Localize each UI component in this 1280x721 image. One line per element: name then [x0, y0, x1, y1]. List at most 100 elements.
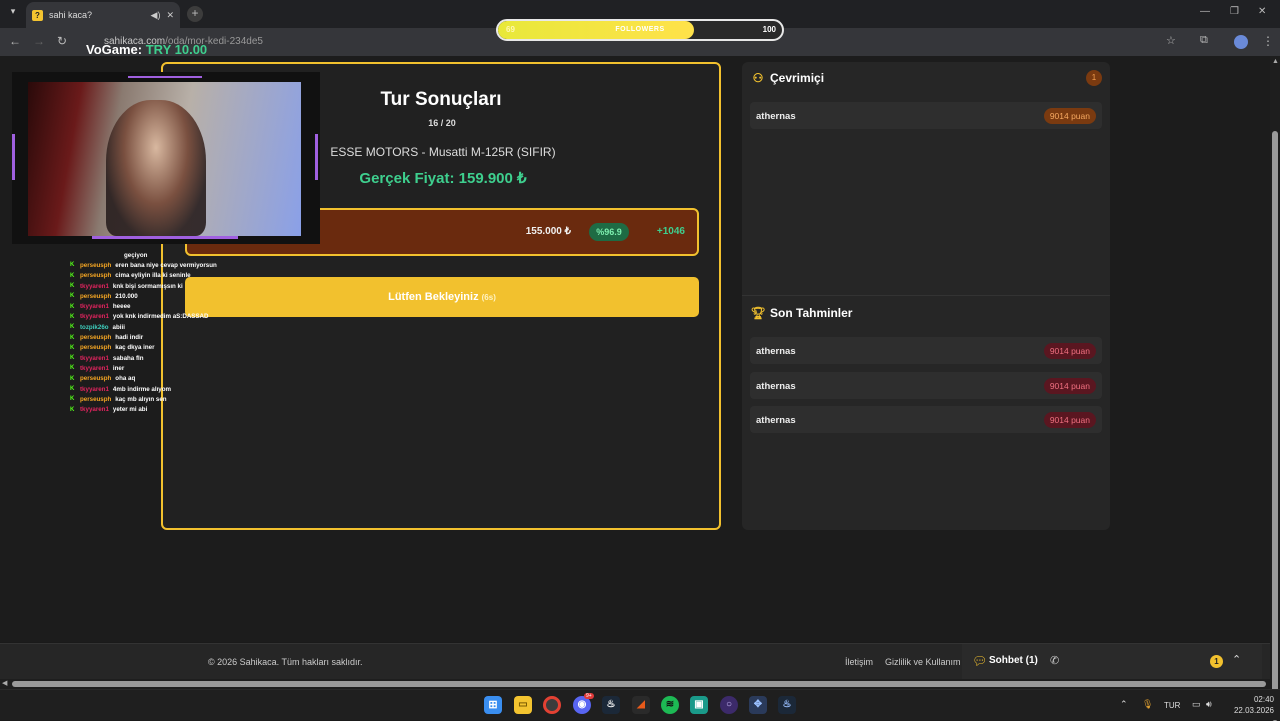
tab-search-icon[interactable]: ▾: [6, 6, 20, 20]
chat-username: tkyyaren1: [80, 364, 109, 372]
online-player-row: athernas 9014 puan: [750, 102, 1102, 129]
chat-text: knk bişi sormamışsın ki: [112, 282, 183, 290]
online-title: Çevrimiçi: [770, 71, 825, 85]
vogame-amount: TRY 10.00: [145, 42, 208, 57]
file-explorer-icon[interactable]: ▭: [514, 696, 532, 714]
back-icon[interactable]: ←: [9, 34, 21, 48]
kick-badge-icon: K: [70, 365, 75, 372]
steam-icon[interactable]: ♨: [602, 696, 620, 714]
chat-username: tkyyaren1: [80, 282, 109, 290]
chat-text: heeee: [112, 303, 131, 311]
browser-tab[interactable]: ? sahi kaca? ◀) ✕: [26, 2, 180, 28]
windows-start-icon[interactable]: ⊞: [484, 696, 502, 714]
scroll-up-icon[interactable]: ▲: [1272, 58, 1279, 65]
round-counter: 16 / 20: [428, 118, 456, 128]
privacy-link[interactable]: Gizlilik ve Kullanım: [885, 657, 961, 667]
steam-alt-icon[interactable]: ♨: [778, 696, 796, 714]
chat-text: yok knk indirmedim aS:DASSAD: [112, 313, 209, 321]
points-earned: +1046: [656, 226, 685, 237]
extensions-icon[interactable]: ⧉: [1200, 34, 1208, 47]
kick-badge-icon: K: [70, 406, 75, 413]
recent-guesses-title: Son Tahminler: [770, 306, 853, 320]
chat-text: oha aq: [115, 375, 136, 383]
scrollbar-thumb[interactable]: [1272, 131, 1278, 721]
chat-message: Ktkyyaren1 iner: [70, 363, 270, 373]
language-indicator[interactable]: TUR: [1164, 701, 1180, 710]
obs-icon[interactable]: ◢: [632, 696, 650, 714]
player-score: 9014 puan: [1043, 108, 1096, 124]
discord-badge: 9+: [584, 693, 594, 699]
chat-text: sabaha fln: [112, 354, 144, 362]
kick-badge-icon: K: [70, 375, 75, 382]
chat-username: perseusph: [80, 292, 112, 300]
online-header: ⚇ Çevrimiçi 1: [750, 63, 1102, 93]
star-icon[interactable]: ☆: [1166, 34, 1176, 47]
guess-player-name: athernas: [756, 346, 796, 357]
kick-badge-icon: K: [70, 344, 75, 351]
chat-message: Ktkyyaren1 yeter mi abi: [70, 404, 270, 414]
menu-icon[interactable]: ⋮: [1262, 34, 1274, 48]
chat-text: yeter mi abi: [112, 406, 148, 414]
guess-value: 155.000 ₺: [525, 226, 571, 237]
kick-badge-icon: K: [70, 324, 75, 331]
online-count-badge: 1: [1086, 70, 1102, 86]
volume-icon[interactable]: 🔊︎: [1206, 699, 1212, 710]
chat-message: Kperseusph cima eyliyin illa ki seninle: [70, 271, 270, 281]
round-results-title-text: Tur Sonuçları: [380, 89, 502, 110]
tray-chevron-icon[interactable]: ⌃: [1120, 699, 1128, 710]
reload-icon[interactable]: ↻: [57, 34, 67, 48]
scroll-left-icon[interactable]: ◀: [2, 679, 7, 687]
guess-player-name: athernas: [756, 381, 796, 392]
spotify-icon[interactable]: ≋: [661, 696, 679, 714]
chat-message: Ktkyyaren1 yok knk indirmedim aS:DASSAD: [70, 312, 270, 322]
player-name: athernas: [756, 111, 796, 122]
horizontal-scrollbar[interactable]: ◀ ▶: [0, 679, 1280, 689]
chevron-up-icon[interactable]: ⌃: [1232, 653, 1241, 666]
forward-icon[interactable]: →: [33, 34, 45, 48]
new-tab-button[interactable]: +: [187, 6, 203, 22]
cam-frame-right: [315, 134, 318, 180]
scrollbar-thumb[interactable]: [12, 681, 1266, 687]
kick-badge-icon: K: [70, 272, 75, 279]
chat-username: perseusph: [80, 334, 112, 342]
maximize-icon[interactable]: ❐: [1230, 6, 1239, 17]
kick-badge-icon: K: [70, 283, 75, 290]
wait-label: Lütfen Bekleyiniz: [388, 291, 479, 303]
chat-text: eren bana niye cevap vermiyorsun: [115, 261, 217, 269]
close-window-icon[interactable]: ✕: [1258, 6, 1266, 17]
chat-widget[interactable]: 💬︎ Sohbet (1) ✆ 1 ⌃: [962, 644, 1262, 680]
audio-icon[interactable]: ◀): [151, 10, 161, 21]
chrome-icon[interactable]: [543, 696, 561, 714]
cam-frame-left: [12, 134, 15, 180]
system-clock[interactable]: 02:40 22.03.2026: [1228, 694, 1274, 716]
vertical-scrollbar[interactable]: ▲: [1270, 56, 1280, 721]
kick-badge-icon: K: [70, 293, 75, 300]
right-panel: ⚇ Çevrimiçi 1 athernas 9014 puan 🏆︎ Son …: [742, 62, 1110, 530]
clock-date: 22.03.2026: [1233, 706, 1274, 715]
network-app-icon[interactable]: ✥: [749, 696, 767, 714]
kick-badge-icon: K: [70, 303, 75, 310]
browser-alt-icon[interactable]: ○: [720, 696, 738, 714]
chat-message: Kperseusph eren bana niye cevap vermiyors…: [70, 260, 270, 270]
contact-link[interactable]: İletişim: [845, 657, 873, 667]
chat-label: Sohbet (1): [989, 655, 1038, 666]
chat-username: perseusph: [80, 375, 112, 383]
app-icon[interactable]: ▣: [690, 696, 708, 714]
trophy-icon: 🏆︎: [750, 306, 766, 320]
kick-badge-icon: K: [70, 386, 75, 392]
kick-badge-icon: K: [70, 355, 75, 362]
kick-badge-icon: K: [70, 313, 75, 320]
minimize-icon[interactable]: —: [1200, 6, 1210, 17]
profile-avatar[interactable]: [1234, 35, 1248, 49]
chat-username: tkyyaren1: [80, 303, 109, 311]
phone-icon[interactable]: ✆: [1050, 654, 1059, 667]
network-icon[interactable]: ▭: [1192, 699, 1201, 710]
microphone-icon[interactable]: 🎙︎: [1142, 699, 1153, 710]
chat-message: Ktozpik26o abiii: [70, 322, 270, 332]
close-tab-icon[interactable]: ✕: [166, 10, 174, 21]
chat-username: tkyyaren1: [80, 406, 109, 414]
clock-time: 02:40: [1253, 695, 1274, 704]
chat-text: abiii: [112, 323, 125, 331]
webcam-overlay: [12, 72, 320, 244]
chat-text: iner: [112, 364, 125, 372]
